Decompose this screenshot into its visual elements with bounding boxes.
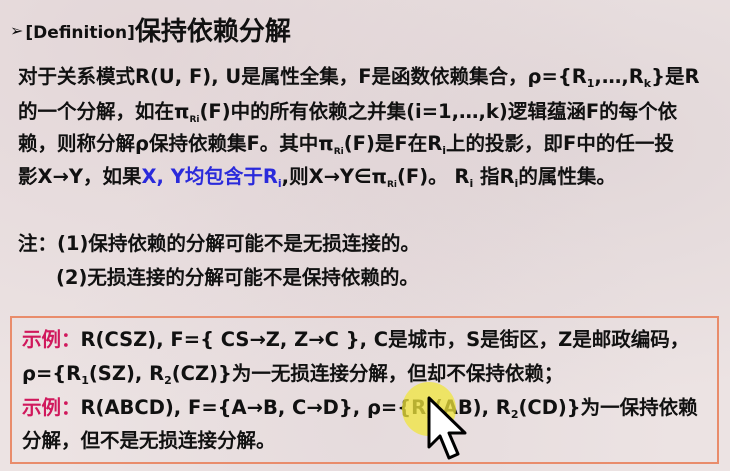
definition-line-4: 影X→Y，如果X, Y均包含于Ri,则X→Y∈πRi(F)。 Ri 指Ri的属性…	[18, 165, 616, 190]
title-tag: [Definition]	[25, 23, 135, 43]
example-2-line-1: 示例：R(ABCD), F={A→B, C→D}, ρ={R1(AB), R2(…	[22, 396, 698, 421]
mouse-cursor-icon	[427, 396, 467, 460]
example-1-line-2: ρ={R1(SZ), R2(CZ)}为一无损连接分解，但却不保持依赖；	[22, 362, 564, 387]
example-1-line-1: 示例：R(CSZ), F={ CS→Z, Z→C }, C是城市，S是街区，Z是…	[22, 328, 690, 351]
definition-line-1: 对于关系模式R(U, F), U是属性全集，F是函数依赖集合，ρ={R1,…,R…	[18, 65, 700, 90]
title-text: 保持依赖分解	[134, 17, 291, 47]
definition-line-3: 赖，则称分解ρ保持依赖集F。其中πRi(F)是F在Ri上的投影，即F中的任一投	[18, 132, 674, 157]
example-label: 示例：	[22, 328, 81, 351]
note-line-1: 注：(1)保持依赖的分解可能不是无损连接的。	[18, 232, 420, 255]
definition-line-2: 的一个分解，如在πRi(F)中的所有依赖之并集(i=1,…,k)逻辑蕴涵F的每个…	[18, 100, 678, 125]
note-line-2: (2)无损连接的分解可能不是保持依赖的。	[56, 266, 419, 289]
slide-title: ➢ [Definition]保持依赖分解	[10, 14, 291, 50]
example-2-line-2: 分解，但不是无损连接分解。	[22, 429, 276, 452]
example-label: 示例：	[22, 396, 81, 419]
bullet-arrow-icon: ➢	[10, 21, 24, 40]
highlighted-condition: X, Y均包含于R	[141, 165, 278, 188]
